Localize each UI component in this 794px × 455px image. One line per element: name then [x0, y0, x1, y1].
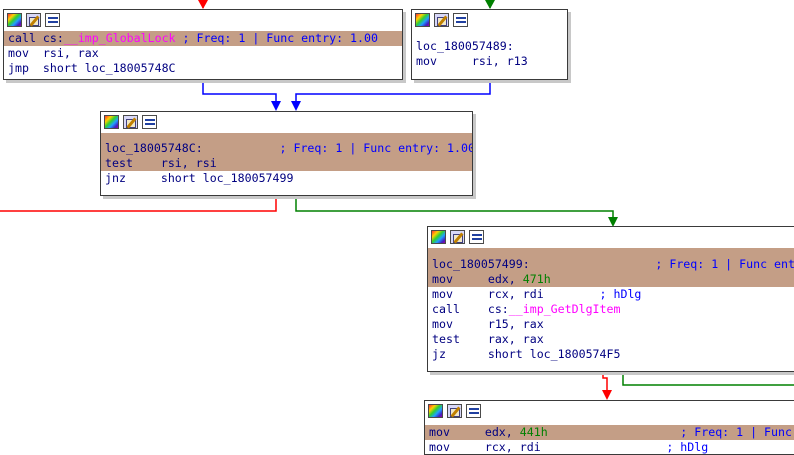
edit-node-icon[interactable]: [123, 115, 138, 129]
graph-view-icon[interactable]: [45, 13, 60, 27]
node-toolbar: [412, 10, 567, 31]
palette-icon[interactable]: [431, 230, 446, 244]
asm-line[interactable]: mov r15, rax: [428, 317, 794, 332]
mnemonic: call: [432, 302, 488, 316]
graph-view-icon[interactable]: [142, 115, 157, 129]
operand: edx,: [484, 425, 520, 439]
edge-b-to-c-arrowhead: [291, 101, 301, 111]
operand: rax, rax: [487, 332, 544, 346]
graph-view-icon[interactable]: [466, 404, 481, 418]
mnemonic: test: [432, 332, 488, 346]
node-toolbar: [428, 227, 794, 248]
comment: ; Freq: 1 | Func entry: 1.00: [680, 425, 792, 439]
operand: cs:: [487, 302, 509, 316]
asm-label-line[interactable]: loc_180057489:: [412, 39, 567, 54]
comment: ; hDlg: [540, 440, 709, 454]
mnemonic: test: [105, 156, 161, 170]
mnemonic: mov: [429, 425, 485, 439]
asm-label-line[interactable]: loc_180057499: ; Freq: 1 | Func entry: 1…: [428, 257, 794, 272]
asm-line[interactable]: mov edx, 441h ; Freq: 1 | Func entry: 1.…: [425, 425, 794, 440]
mnemonic: mov: [432, 317, 488, 331]
asm-line[interactable]: call cs:__imp_GetDlgItem: [428, 302, 794, 317]
mnemonic: jmp: [8, 61, 43, 75]
import-symbol[interactable]: __imp_GlobalLock: [64, 31, 176, 45]
operand: rsi, rax: [42, 46, 99, 60]
immediate-value: 441h: [519, 425, 548, 439]
code-label[interactable]: loc_180057499:: [432, 257, 530, 271]
mnemonic: mov: [429, 440, 485, 454]
mnemonic: mov: [8, 46, 43, 60]
graph-view-icon[interactable]: [469, 230, 484, 244]
asm-line[interactable]: mov rcx, rdi ; hDlg: [428, 287, 794, 302]
operand: edx,: [487, 272, 523, 286]
edge-a-to-c: [202, 80, 277, 104]
mnemonic: mov: [432, 272, 488, 286]
edge-c-to-d: [295, 196, 614, 219]
graph-node-loc-18005748c[interactable]: loc_18005748C: ; Freq: 1 | Func entry: 1…: [100, 111, 473, 196]
palette-icon[interactable]: [7, 13, 22, 27]
graph-view-icon[interactable]: [453, 13, 468, 27]
asm-line[interactable]: mov edx, 471h: [428, 272, 794, 287]
palette-icon[interactable]: [415, 13, 430, 27]
node-toolbar: [101, 112, 472, 133]
operand[interactable]: short loc_18005748C: [43, 61, 176, 75]
code-label[interactable]: loc_18005748C:: [105, 141, 203, 155]
mnemonic: jz: [432, 347, 488, 361]
node-toolbar: [4, 10, 402, 31]
asm-line[interactable]: mov rcx, rdi ; hDlg: [425, 440, 794, 454]
mnemonic: mov: [416, 54, 472, 68]
edge-top-red-arrowhead: [198, 0, 208, 9]
comment: ; hDlg: [543, 287, 642, 301]
edit-node-icon[interactable]: [450, 230, 465, 244]
asm-line[interactable]: mov rsi, rax: [4, 46, 402, 61]
edit-node-icon[interactable]: [447, 404, 462, 418]
mnemonic: call: [8, 31, 43, 45]
operand[interactable]: short loc_180057499: [161, 171, 294, 185]
asm-line[interactable]: mov rsi, r13: [412, 54, 567, 69]
edge-top-green-arrowhead: [485, 0, 495, 9]
asm-line[interactable]: test rax, rax: [428, 332, 794, 347]
operand: rcx, rdi: [484, 440, 541, 454]
asm-line[interactable]: test rsi, rsi: [101, 156, 472, 171]
asm-line[interactable]: call cs:__imp_GlobalLock ; Freq: 1 | Fun…: [4, 31, 402, 46]
edge-c-not-taken: [0, 196, 277, 212]
operand: r15, rax: [487, 317, 544, 331]
operand[interactable]: short loc_1800574F5: [488, 347, 621, 361]
operand: rsi, r13: [471, 54, 528, 68]
asm-label-line[interactable]: loc_18005748C: ; Freq: 1 | Func entry: 1…: [101, 141, 472, 156]
mnemonic: mov: [432, 287, 488, 301]
code-label[interactable]: loc_180057489:: [416, 39, 514, 53]
graph-node-loc-180057489[interactable]: loc_180057489: mov rsi, r13: [411, 9, 568, 80]
edge-d-to-e-arrowhead: [602, 390, 612, 400]
edge-b-to-c: [295, 80, 491, 104]
edge-a-to-c-arrowhead: [271, 101, 281, 111]
edge-d-to-e: [602, 372, 608, 392]
asm-line[interactable]: jmp short loc_18005748C: [4, 61, 402, 76]
asm-line[interactable]: jz short loc_1800574F5: [428, 347, 794, 362]
palette-icon[interactable]: [428, 404, 443, 418]
comment: ; Freq: 1 | Func entry: 1.00: [175, 31, 378, 45]
operand: rcx, rdi: [487, 287, 544, 301]
graph-node-globallock[interactable]: call cs:__imp_GlobalLock ; Freq: 1 | Fun…: [3, 9, 403, 80]
comment: ; Freq: 1 | Func entry: 1.00: [655, 257, 794, 271]
import-symbol[interactable]: __imp_GetDlgItem: [509, 302, 621, 316]
operand: rsi, rsi: [160, 156, 217, 170]
comment: ; Freq: 1 | Func entry: 1.00: [202, 141, 473, 155]
mnemonic: jnz: [105, 171, 161, 185]
asm-line[interactable]: jnz short loc_180057499: [101, 171, 472, 186]
operand: cs:: [42, 31, 64, 45]
graph-node-loc-180057499[interactable]: loc_180057499: ; Freq: 1 | Func entry: 1…: [427, 226, 794, 372]
edit-node-icon[interactable]: [26, 13, 41, 27]
edge-d-taken: [622, 372, 794, 386]
immediate-value: 471h: [522, 272, 551, 286]
node-toolbar: [425, 401, 794, 422]
edit-node-icon[interactable]: [434, 13, 449, 27]
palette-icon[interactable]: [104, 115, 119, 129]
